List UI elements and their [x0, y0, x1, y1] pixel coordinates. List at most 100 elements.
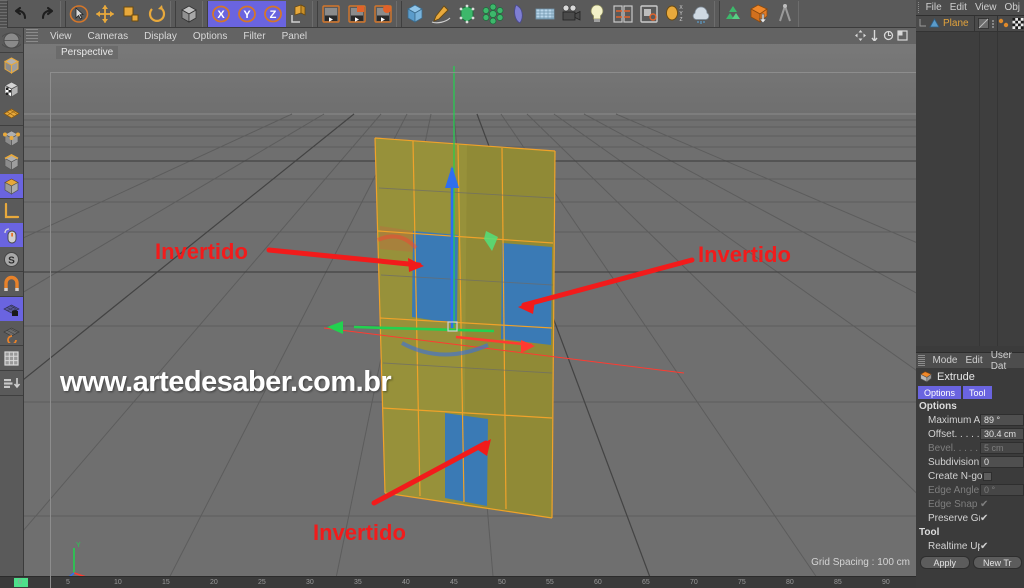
world-globe-icon[interactable] [0, 28, 23, 52]
xpresso-icon[interactable] [636, 1, 662, 27]
render-settings-icon[interactable] [370, 1, 396, 27]
viewport[interactable]: Y X Z View Cameras Display Options Filte… [24, 28, 916, 588]
deformer-bend-icon[interactable] [506, 1, 532, 27]
viewport-menu-filter[interactable]: Filter [235, 31, 273, 42]
object-row-plane[interactable]: Plane [916, 15, 1024, 32]
row-realtime-update[interactable]: Realtime Update ✔ [916, 539, 1024, 553]
mograph-icon[interactable] [610, 1, 636, 27]
xyz-orange-icon[interactable]: XYZ [662, 1, 688, 27]
deform-points-icon[interactable] [0, 101, 23, 125]
recycle-green-icon[interactable] [720, 1, 746, 27]
om-menu-view[interactable]: View [971, 2, 1001, 13]
field-maximum-angle[interactable]: 89 ° [980, 414, 1024, 426]
timeline-mark: 60 [594, 579, 602, 586]
field-subdivision[interactable]: 0 [980, 456, 1024, 468]
phong-tag-icon[interactable] [977, 18, 989, 29]
toolbar-group-render [317, 0, 397, 27]
field-edge-angle: 0 ° [980, 484, 1024, 496]
joint-tool-icon[interactable] [772, 1, 798, 27]
scale-view-icon[interactable] [869, 30, 880, 41]
tick-realtime-update[interactable]: ✔ [980, 541, 1024, 552]
soft-selection-icon[interactable]: S [0, 247, 23, 271]
model-mode-icon[interactable] [0, 53, 23, 77]
cube-primitive-icon[interactable] [402, 1, 428, 27]
timeline-mark: 90 [882, 579, 890, 586]
lock-workplane-icon[interactable] [0, 297, 23, 321]
generator-nurbs-icon[interactable] [454, 1, 480, 27]
texture-mode-icon[interactable] [0, 77, 23, 101]
left-group-workplane [0, 297, 23, 346]
environment-floor-icon[interactable] [532, 1, 558, 27]
render-view-icon[interactable] [318, 1, 344, 27]
am-menu-mode[interactable]: Mode [928, 355, 961, 366]
viewport-menu-panel[interactable]: Panel [274, 31, 316, 42]
lock-z-icon[interactable]: Z [260, 0, 286, 27]
maximize-view-icon[interactable] [897, 30, 908, 41]
coordinate-system-icon[interactable] [286, 1, 312, 27]
move-view-icon[interactable] [855, 30, 866, 41]
lock-y-icon[interactable]: Y [234, 0, 260, 27]
rotate-view-icon[interactable] [883, 30, 894, 41]
viewport-menu-view[interactable]: View [42, 31, 80, 42]
field-offset[interactable]: 30.4 cm [980, 428, 1024, 440]
array-modeling-icon[interactable] [480, 1, 506, 27]
row-subdivision[interactable]: Subdivision . . . . 0 [916, 455, 1024, 469]
world-object-axis-icon[interactable] [176, 1, 202, 27]
extrude-orange-icon[interactable] [746, 1, 772, 27]
new-transform-button[interactable]: New Tr [972, 556, 1022, 569]
am-menu-edit[interactable]: Edit [961, 355, 986, 366]
timeline-ruler[interactable]: 0 5 10 15 20 25 30 35 40 45 50 55 60 65 70 75 80 85 90 [0, 576, 916, 588]
attribute-manager: Mode Edit User Dat Extrude Options Tool … [916, 350, 1024, 588]
checker-icon[interactable] [1012, 18, 1024, 29]
tab-options[interactable]: Options [918, 386, 962, 399]
viewport-menu-options[interactable]: Options [185, 31, 235, 42]
tick-preserve-groups[interactable]: ✔ [980, 513, 1024, 524]
object-extra-cell[interactable] [998, 16, 1024, 32]
rotate-icon[interactable] [144, 1, 170, 27]
object-manager-body[interactable] [916, 32, 1024, 346]
material-dots-icon[interactable] [998, 18, 1010, 29]
viewport-menu-grip[interactable] [26, 29, 38, 43]
svg-text:X: X [217, 9, 225, 21]
undo-icon[interactable] [8, 1, 34, 27]
grid-snap-icon[interactable] [0, 346, 23, 370]
am-menu-userdata[interactable]: User Dat [987, 350, 1024, 372]
edges-mode-icon[interactable] [0, 150, 23, 174]
object-name-cell[interactable]: Plane [916, 15, 976, 32]
attribute-manager-grip[interactable] [918, 355, 926, 366]
magnet-icon[interactable] [0, 272, 23, 296]
rotate-workplane-icon[interactable] [0, 321, 23, 345]
spline-pen-icon[interactable] [428, 1, 454, 27]
viewport-menu-cameras[interactable]: Cameras [80, 31, 137, 42]
scale-icon[interactable] [118, 1, 144, 27]
render-region-icon[interactable] [344, 1, 370, 27]
points-mode-icon[interactable] [0, 126, 23, 150]
particles-icon[interactable] [688, 1, 714, 27]
tab-tool[interactable]: Tool [963, 386, 992, 399]
redo-icon[interactable] [34, 1, 60, 27]
polygons-mode-icon[interactable] [0, 174, 23, 198]
select-cursor-icon[interactable] [66, 1, 92, 27]
checkbox-create-ngons[interactable] [983, 471, 992, 481]
om-menu-file[interactable]: File [922, 2, 946, 13]
om-menu-objects[interactable]: Obj [1000, 2, 1024, 13]
row-maximum-angle[interactable]: Maximum Angle 89 ° [916, 413, 1024, 427]
svg-text:S: S [8, 255, 15, 266]
camera-icon[interactable] [558, 1, 584, 27]
object-manager-grip[interactable] [918, 2, 919, 13]
align-down-icon[interactable] [0, 371, 23, 395]
toolbar-grip[interactable] [0, 0, 7, 28]
dots-icon[interactable] [991, 18, 995, 29]
viewport-mouse-icon[interactable] [0, 223, 23, 247]
row-create-ngons[interactable]: Create N-gons [916, 469, 1024, 483]
row-offset[interactable]: Offset. . . . . . . . . 30.4 cm [916, 427, 1024, 441]
axis-mode-icon[interactable] [0, 199, 23, 223]
object-tags-cell[interactable] [975, 15, 998, 32]
lock-x-icon[interactable]: X [208, 0, 234, 27]
move-icon[interactable] [92, 1, 118, 27]
apply-button[interactable]: Apply [920, 556, 970, 569]
row-preserve-groups[interactable]: Preserve Groups ✔ [916, 511, 1024, 525]
viewport-menu-display[interactable]: Display [136, 31, 185, 42]
om-menu-edit[interactable]: Edit [946, 2, 971, 13]
light-bulb-icon[interactable] [584, 1, 610, 27]
